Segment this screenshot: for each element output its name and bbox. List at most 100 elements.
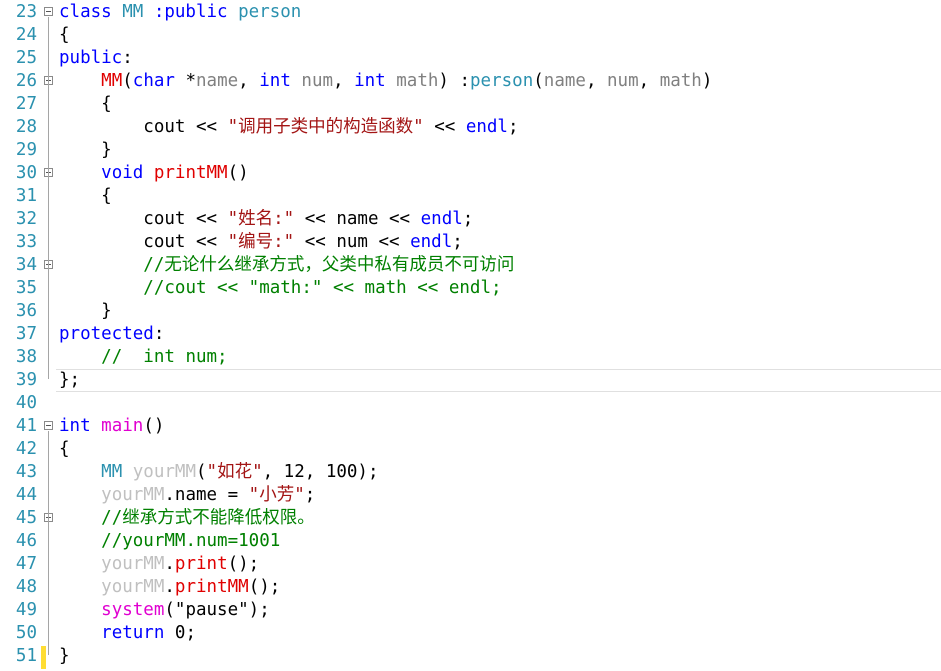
code-text: return 0; bbox=[59, 622, 196, 645]
code-token: } bbox=[59, 646, 70, 666]
line-number: 24 bbox=[15, 25, 37, 45]
code-text: int main() bbox=[59, 415, 164, 438]
code-token: protected bbox=[59, 324, 154, 344]
code-token: { bbox=[59, 94, 112, 114]
code-line[interactable]: 39}; bbox=[0, 369, 941, 392]
line-number: 45 bbox=[15, 508, 37, 528]
code-line[interactable]: 35 //cout << "math:" << math << endl; bbox=[0, 277, 941, 300]
code-line[interactable]: 44 yourMM.name = "小芳"; bbox=[0, 484, 941, 507]
code-token: system bbox=[101, 600, 165, 620]
collapse-toggle-icon[interactable] bbox=[44, 7, 53, 16]
code-token: public bbox=[59, 48, 123, 68]
code-token: ) : bbox=[438, 71, 471, 91]
code-token: } bbox=[59, 140, 112, 160]
code-text: { bbox=[59, 438, 70, 461]
code-text: } bbox=[59, 139, 112, 162]
code-line[interactable]: 37 protected: bbox=[0, 323, 941, 346]
line-number: 39 bbox=[15, 370, 37, 390]
code-text: } bbox=[59, 300, 112, 323]
code-line[interactable]: 26 MM(char *name, int num, int math) :pe… bbox=[0, 70, 941, 93]
code-token: 0; bbox=[174, 623, 196, 643]
code-token: yourMM bbox=[132, 462, 196, 482]
code-token: ; bbox=[452, 232, 463, 252]
code-token: endl bbox=[465, 117, 508, 137]
code-line[interactable]: 23 class MM :public person bbox=[0, 1, 941, 24]
code-line[interactable]: 41 int main() bbox=[0, 415, 941, 438]
code-token: , 12, 100); bbox=[262, 462, 379, 482]
code-line[interactable]: 29 } bbox=[0, 139, 941, 162]
code-token: // int num; bbox=[101, 347, 228, 367]
code-text: MM(char *name, int num, int math) :perso… bbox=[59, 70, 712, 93]
code-token: << bbox=[423, 117, 466, 137]
code-text: yourMM.printMM(); bbox=[59, 576, 280, 599]
code-line[interactable]: 32 cout << "姓名:" << name << endl; bbox=[0, 208, 941, 231]
outline-guide bbox=[48, 86, 49, 149]
code-line[interactable]: 30 void printMM() bbox=[0, 162, 941, 185]
code-text: } bbox=[59, 645, 70, 668]
code-text: { bbox=[59, 24, 70, 47]
code-token: cout << bbox=[59, 117, 228, 137]
code-token: //yourMM.num=1001 bbox=[101, 531, 281, 551]
code-token: cout << bbox=[59, 209, 228, 229]
code-line[interactable]: 47 yourMM.print(); bbox=[0, 553, 941, 576]
code-token: : bbox=[122, 48, 133, 68]
line-number: 37 bbox=[15, 324, 37, 344]
code-token: ; bbox=[507, 117, 519, 137]
code-line[interactable]: 48 yourMM.printMM(); bbox=[0, 576, 941, 599]
code-token: cout << bbox=[59, 232, 228, 252]
code-token: //继承方式不能降低权限。 bbox=[101, 508, 315, 528]
code-line[interactable]: 50 return 0; bbox=[0, 622, 941, 645]
code-token: yourMM bbox=[101, 577, 165, 597]
code-line[interactable]: 25 public: bbox=[0, 47, 941, 70]
code-token: "调用子类中的构造函数" bbox=[227, 117, 424, 137]
code-text: //cout << "math:" << math << endl; bbox=[59, 277, 501, 300]
code-token: person bbox=[238, 2, 302, 22]
code-text: // int num; bbox=[59, 346, 228, 369]
code-line[interactable]: 45 //继承方式不能降低权限。 bbox=[0, 507, 941, 530]
code-line[interactable]: 38 // int num; bbox=[0, 346, 941, 369]
code-token: //无论什么继承方式，父类中私有成员不可访问 bbox=[143, 255, 515, 275]
code-line[interactable]: 51} bbox=[0, 645, 941, 668]
line-number: 42 bbox=[15, 439, 37, 459]
code-line[interactable]: 27 { bbox=[0, 93, 941, 116]
code-token: math bbox=[396, 71, 439, 91]
code-text: yourMM.print(); bbox=[59, 553, 259, 576]
line-number: 36 bbox=[15, 301, 37, 321]
code-text: system("pause"); bbox=[59, 599, 270, 622]
code-token: "编号:" bbox=[227, 232, 295, 252]
code-line[interactable]: 46 //yourMM.num=1001 bbox=[0, 530, 941, 553]
code-line[interactable]: 43 MM yourMM("如花", 12, 100); bbox=[0, 461, 941, 484]
code-line[interactable]: 42 { bbox=[0, 438, 941, 461]
code-text: public: bbox=[59, 47, 133, 70]
line-number: 30 bbox=[15, 163, 37, 183]
code-token: print bbox=[174, 554, 228, 574]
code-token: return bbox=[101, 623, 175, 643]
code-text: //继承方式不能降低权限。 bbox=[59, 507, 315, 530]
code-line[interactable]: 24 { bbox=[0, 24, 941, 47]
code-token: void bbox=[101, 163, 154, 183]
line-number: 51 bbox=[15, 646, 37, 666]
code-token: { bbox=[59, 186, 112, 206]
code-token: . bbox=[164, 577, 175, 597]
code-token: << name << bbox=[294, 209, 421, 229]
collapse-toggle-icon[interactable] bbox=[44, 421, 53, 430]
code-line[interactable]: 40 bbox=[0, 392, 941, 415]
code-token: "小芳" bbox=[248, 485, 305, 505]
code-token: , bbox=[585, 71, 608, 91]
code-text: //无论什么继承方式，父类中私有成员不可访问 bbox=[59, 254, 514, 277]
code-text: cout << "姓名:" << name << endl; bbox=[59, 208, 473, 231]
line-number: 50 bbox=[15, 623, 37, 643]
code-token: name bbox=[543, 71, 586, 91]
code-editor[interactable]: 23 class MM :public person 24 {25 public: 26 … bbox=[0, 0, 941, 671]
code-line[interactable]: 36 } bbox=[0, 300, 941, 323]
code-line[interactable]: 34 //无论什么继承方式，父类中私有成员不可访问 bbox=[0, 254, 941, 277]
code-token: int bbox=[259, 71, 302, 91]
code-line[interactable]: 33 cout << "编号:" << num << endl; bbox=[0, 231, 941, 254]
code-line[interactable]: 28 cout << "调用子类中的构造函数" << endl; bbox=[0, 116, 941, 139]
code-line[interactable]: 49 system("pause"); bbox=[0, 599, 941, 622]
code-line[interactable]: 31 { bbox=[0, 185, 941, 208]
